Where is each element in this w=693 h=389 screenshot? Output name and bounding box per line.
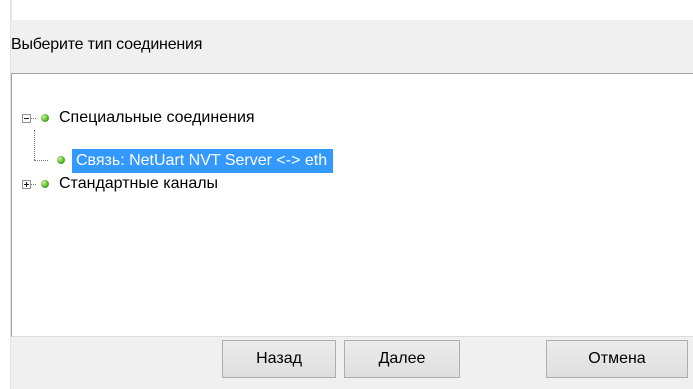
collapse-toggle[interactable] bbox=[22, 114, 31, 123]
tree-item-standard-channels[interactable]: Стандартные каналы bbox=[59, 173, 218, 195]
next-button[interactable]: Далее bbox=[344, 340, 460, 378]
connection-tree[interactable]: Специальные соединения Связь: NetUart NV… bbox=[11, 73, 693, 337]
connection-type-dialog: Выберите тип соединения Специальные соед… bbox=[11, 20, 693, 389]
window-top-strip bbox=[0, 0, 693, 20]
tree-connector-horizontal bbox=[34, 160, 48, 161]
dialog-caption: Выберите тип соединения bbox=[11, 36, 203, 53]
node-status-icon bbox=[41, 114, 49, 122]
tree-connector-vertical bbox=[34, 130, 35, 160]
node-status-icon bbox=[41, 180, 49, 188]
expand-toggle[interactable] bbox=[22, 180, 31, 189]
tree-item-special-connections[interactable]: Специальные соединения bbox=[59, 107, 255, 129]
back-button[interactable]: Назад bbox=[222, 340, 336, 378]
tree-item-netuart-link[interactable]: Связь: NetUart NVT Server <-> eth bbox=[72, 149, 334, 173]
cancel-button[interactable]: Отмена bbox=[546, 340, 688, 378]
node-status-icon bbox=[57, 156, 65, 164]
